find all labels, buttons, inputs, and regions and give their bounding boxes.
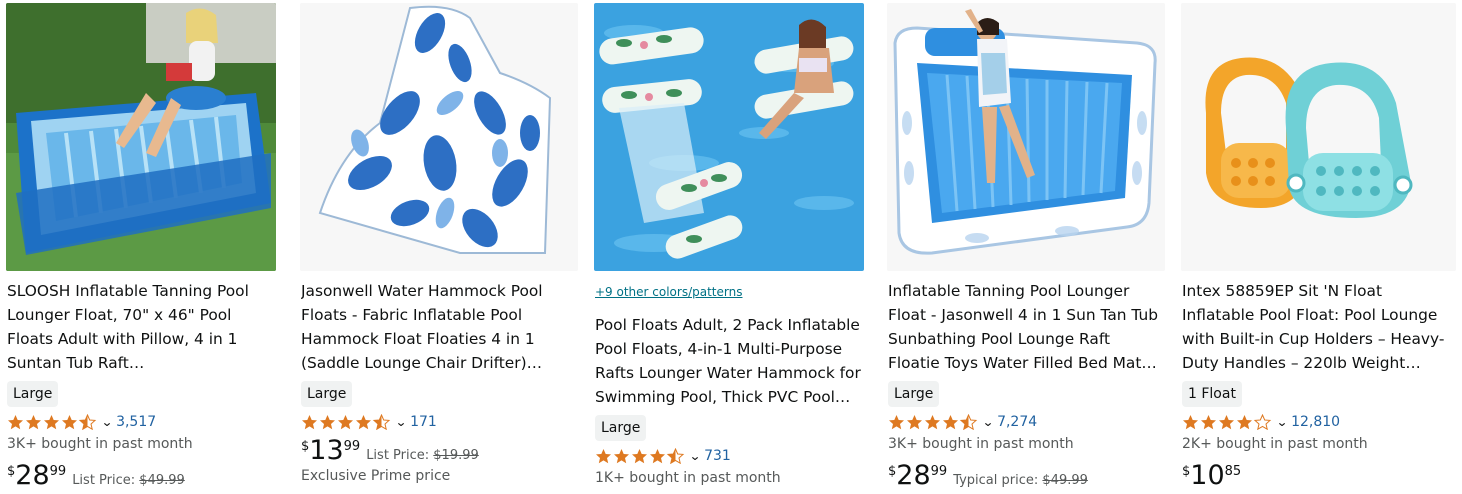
price-whole: 28 — [896, 460, 931, 491]
star-rating-icon — [302, 414, 391, 430]
tanning-lounger-float-photo — [887, 3, 1165, 271]
price-row[interactable]: $ 28 99 List Price: $49.99 — [7, 461, 276, 491]
list-price: List Price: $19.99 — [366, 448, 479, 463]
price-row[interactable]: $ 28 99 Typical price: $49.99 — [888, 461, 1165, 491]
price-symbol: $ — [301, 439, 310, 454]
price-whole: 13 — [309, 435, 344, 466]
list-price-value: $49.99 — [139, 473, 185, 488]
product-title[interactable]: Pool Floats Adult, 2 Pack Inflatable Poo… — [595, 313, 864, 409]
size-chip[interactable]: Large — [595, 415, 647, 441]
inflatable-tub-float-photo — [6, 3, 276, 271]
review-count-link[interactable]: 171 — [410, 414, 437, 430]
star-rating[interactable]: ⌄ — [7, 414, 116, 430]
star-rating[interactable]: ⌄ — [888, 414, 997, 430]
product-card[interactable]: Jasonwell Water Hammock Pool Floats - Fa… — [300, 0, 578, 494]
product-title[interactable]: Intex 58859EP Sit 'N Float Inflatable Po… — [1182, 279, 1456, 375]
chevron-down-icon: ⌄ — [100, 415, 114, 429]
bought-in-past-month: 3K+ bought in past month — [888, 436, 1074, 452]
water-hammock-pool-photo — [594, 3, 864, 271]
list-price-label: List Price: — [72, 473, 136, 488]
chevron-down-icon: ⌄ — [981, 415, 995, 429]
rating-row: ⌄ 12,810 — [1182, 412, 1456, 432]
product-card[interactable]: Intex 58859EP Sit 'N Float Inflatable Po… — [1181, 0, 1456, 494]
bought-in-past-month: 2K+ bought in past month — [1182, 436, 1368, 452]
bought-in-past-month: 1K+ bought in past month — [595, 470, 781, 486]
star-rating-icon — [1183, 414, 1272, 430]
product-image[interactable] — [6, 3, 276, 271]
bought-in-past-month: 3K+ bought in past month — [7, 436, 193, 452]
chevron-down-icon: ⌄ — [1275, 415, 1289, 429]
price-whole: 28 — [15, 460, 50, 491]
product-card[interactable]: +9 other colors/patterns Pool Floats Adu… — [594, 0, 864, 494]
list-price: List Price: $49.99 — [72, 473, 185, 488]
sit-n-float-chairs-photo — [1181, 3, 1456, 271]
product-title[interactable]: Jasonwell Water Hammock Pool Floats - Fa… — [301, 279, 578, 375]
rating-row: ⌄ 7,274 — [888, 412, 1165, 432]
price-symbol: $ — [888, 464, 897, 479]
product-card[interactable]: SLOOSH Inflatable Tanning Pool Lounger F… — [6, 0, 276, 494]
exclusive-prime-price: Exclusive Prime price — [301, 468, 451, 484]
star-rating[interactable]: ⌄ — [595, 448, 704, 464]
list-price-value: $19.99 — [433, 448, 479, 463]
typical-price-value: $49.99 — [1042, 473, 1088, 488]
rating-row: ⌄ 731 — [595, 446, 864, 466]
typical-price-label: Typical price: — [953, 473, 1039, 488]
rating-row: ⌄ 171 — [301, 412, 578, 432]
size-chip[interactable]: Large — [888, 381, 940, 407]
product-image[interactable] — [1181, 3, 1456, 271]
product-title[interactable]: Inflatable Tanning Pool Lounger Float - … — [888, 279, 1165, 375]
product-title[interactable]: SLOOSH Inflatable Tanning Pool Lounger F… — [7, 279, 276, 375]
star-rating[interactable]: ⌄ — [301, 414, 410, 430]
star-rating[interactable]: ⌄ — [1182, 414, 1291, 430]
price-row[interactable]: $ 13 99 List Price: $19.99 — [301, 436, 578, 466]
chevron-down-icon: ⌄ — [688, 449, 702, 463]
star-rating-icon — [8, 414, 97, 430]
product-image[interactable] — [594, 3, 864, 271]
price-symbol: $ — [1182, 464, 1191, 479]
product-image[interactable] — [887, 3, 1165, 271]
rating-row: ⌄ 3,517 — [7, 412, 276, 432]
review-count-link[interactable]: 7,274 — [997, 414, 1037, 430]
size-chip[interactable]: 1 Float — [1182, 381, 1242, 407]
size-chip[interactable]: Large — [301, 381, 353, 407]
other-colors-link[interactable]: +9 other colors/patterns — [595, 284, 864, 300]
size-chip[interactable]: Large — [7, 381, 59, 407]
star-rating-icon — [889, 414, 978, 430]
list-price-label: List Price: — [366, 448, 430, 463]
typical-price: Typical price: $49.99 — [953, 473, 1088, 488]
star-rating-icon — [596, 448, 685, 464]
price-fraction: 99 — [49, 464, 67, 479]
product-card[interactable]: Inflatable Tanning Pool Lounger Float - … — [887, 0, 1165, 494]
review-count-link[interactable]: 3,517 — [116, 414, 156, 430]
review-count-link[interactable]: 731 — [704, 448, 731, 464]
price-symbol: $ — [7, 464, 16, 479]
product-image[interactable] — [300, 3, 578, 271]
price-row[interactable]: $ 10 85 — [1182, 461, 1456, 491]
price-fraction: 85 — [1224, 464, 1242, 479]
price-fraction: 99 — [343, 439, 361, 454]
chevron-down-icon: ⌄ — [394, 415, 408, 429]
leaf-pattern-hammock-photo — [300, 3, 578, 271]
price-fraction: 99 — [930, 464, 948, 479]
price-whole: 10 — [1190, 460, 1225, 491]
review-count-link[interactable]: 12,810 — [1291, 414, 1340, 430]
